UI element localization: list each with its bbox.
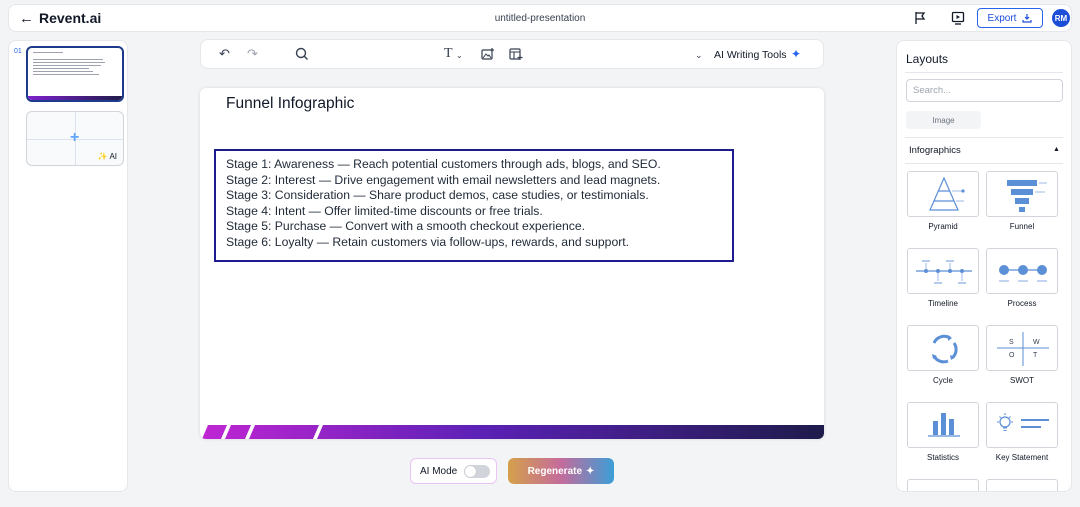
stage-line: Stage 6: Loyalty — Retain customers via … <box>226 234 630 249</box>
thumbnail-title-line <box>33 52 63 53</box>
layout-label-timeline: Timeline <box>928 299 958 308</box>
swot-letter-s: S <box>1009 339 1014 346</box>
funnel-icon <box>1007 180 1047 212</box>
ai-mode-control: AI Mode <box>410 458 497 484</box>
thumbnail-text-line <box>33 59 103 60</box>
thumbnail-text-line <box>33 62 105 63</box>
swot-letter-o: O <box>1009 352 1015 359</box>
magic-wand-icon: ✦ <box>586 465 595 477</box>
brand-logo: Revent.ai <box>39 10 102 26</box>
ai-mode-toggle[interactable] <box>464 465 490 478</box>
text-style-icon[interactable]: T <box>444 47 453 61</box>
layout-label-swot: SWOT <box>1010 376 1034 385</box>
layout-tile-key-statement[interactable] <box>986 402 1058 448</box>
layouts-panel: Layouts Image Infographics ▲ Pyramid Fun… <box>896 40 1072 492</box>
stage-line: Stage 2: Interest — Drive engagement wit… <box>226 172 661 187</box>
redo-icon[interactable]: ↷ <box>247 47 258 61</box>
search-icon[interactable] <box>295 47 309 61</box>
regenerate-label: Regenerate <box>527 465 583 477</box>
flag-icon[interactable] <box>913 11 927 25</box>
layout-tile-timeline[interactable] <box>907 248 979 294</box>
chevron-down-icon[interactable]: ⌄ <box>456 49 463 63</box>
thumbnail-footer-bar <box>28 96 122 100</box>
layout-tile-statistics[interactable] <box>907 402 979 448</box>
slide-canvas[interactable]: Funnel Infographic Stage 1: Awareness — … <box>200 88 824 439</box>
export-button[interactable]: Export <box>977 8 1043 28</box>
caret-up-icon[interactable]: ▲ <box>1053 146 1060 153</box>
layout-tile-process[interactable] <box>986 248 1058 294</box>
present-icon[interactable] <box>951 11 965 25</box>
layout-label-pyramid: Pyramid <box>928 222 958 231</box>
divider <box>905 72 1063 73</box>
stage-line: Stage 5: Purchase — Convert with a smoot… <box>226 219 586 234</box>
swot-letter-w: W <box>1033 339 1040 346</box>
stage-line: Stage 1: Awareness — Reach potential cus… <box>226 157 661 171</box>
ai-mode-label: AI Mode <box>420 465 458 477</box>
regenerate-button[interactable]: Regenerate ✦ <box>508 458 614 484</box>
stage-line: Stage 4: Intent — Offer limited-time dis… <box>226 203 543 218</box>
layout-tile-pyramid[interactable] <box>907 171 979 217</box>
ai-generate-badge[interactable]: ✨ AI <box>98 152 117 161</box>
pyramid-icon <box>929 176 965 211</box>
magic-wand-icon[interactable]: ✦ <box>791 47 801 61</box>
layout-label-key-statement: Key Statement <box>995 453 1049 462</box>
sparkle-icon: ✨ <box>97 152 108 161</box>
layout-tile-funnel[interactable] <box>986 171 1058 217</box>
add-table-icon[interactable] <box>509 47 523 61</box>
slide-footer-bar <box>200 425 824 439</box>
thumbnail-text-line <box>33 71 93 72</box>
divider <box>905 137 1063 138</box>
infographics-section-header[interactable]: Infographics <box>909 145 961 156</box>
undo-icon[interactable]: ↶ <box>219 47 230 61</box>
layout-label-process: Process <box>1007 299 1037 308</box>
lightbulb-icon <box>997 413 1049 431</box>
slide-thumbnail-panel: 01 + ✨ AI <box>8 40 128 492</box>
layouts-search-input[interactable] <box>906 79 1063 102</box>
layout-tile-cycle[interactable] <box>907 325 979 371</box>
slide-title[interactable]: Funnel Infographic <box>226 95 354 113</box>
stage-line: Stage 3: Consideration — Share product d… <box>226 188 649 203</box>
layout-label-statistics: Statistics <box>926 453 959 462</box>
toggle-knob <box>465 466 476 477</box>
bar-chart-icon <box>928 413 960 437</box>
swot-icon: S W O T <box>997 332 1049 366</box>
cycle-icon <box>932 334 958 364</box>
thumbnail-text-line <box>33 74 99 75</box>
swot-letter-t: T <box>1033 352 1038 359</box>
add-image-icon[interactable] <box>481 47 495 61</box>
top-bar: ← Revent.ai untitled-presentation Export… <box>8 4 1072 32</box>
layout-tile-more[interactable] <box>907 479 979 491</box>
add-slide-button[interactable]: + ✨ AI <box>26 111 124 166</box>
process-icon <box>999 265 1047 282</box>
ai-writing-tools-button[interactable]: AI Writing Tools <box>714 49 787 61</box>
stages-text-box[interactable]: Stage 1: Awareness — Reach potential cus… <box>214 149 734 262</box>
divider <box>905 163 1063 164</box>
image-filter-chip[interactable]: Image <box>906 111 981 129</box>
layout-tile-more[interactable] <box>986 479 1058 491</box>
export-label: Export <box>987 12 1017 24</box>
layout-label-funnel: Funnel <box>1009 222 1035 231</box>
thumbnail-text-line <box>33 65 101 66</box>
layouts-title: Layouts <box>906 52 949 66</box>
timeline-icon <box>916 260 972 284</box>
thumbnail-text-line <box>33 68 89 69</box>
editor-toolbar: ↶ ↷ T ⌄ ⌄ AI Writing Tools ✦ <box>200 39 824 69</box>
layout-label-cycle: Cycle <box>932 376 953 385</box>
document-title[interactable]: untitled-presentation <box>9 13 1071 24</box>
slide-thumbnail[interactable] <box>26 46 124 102</box>
arrow-left-icon[interactable]: ← <box>19 10 34 27</box>
chevron-down-icon[interactable]: ⌄ <box>695 48 703 62</box>
ai-label: AI <box>109 152 117 161</box>
avatar[interactable]: RM <box>1052 9 1070 27</box>
slide-number: 01 <box>14 48 22 55</box>
plus-icon: + <box>70 129 80 146</box>
layout-tile-swot[interactable]: S W O T <box>986 325 1058 371</box>
download-icon <box>1022 14 1033 23</box>
